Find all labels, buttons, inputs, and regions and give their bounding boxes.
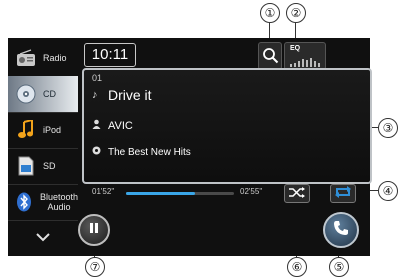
track-title-row: ♪ Drive it (92, 87, 152, 103)
callout-2: ② (286, 3, 306, 23)
cd-icon (15, 83, 37, 105)
source-sidebar: Radio CD iPod SD Bluetooth Audio (8, 38, 78, 256)
radio-icon (15, 47, 37, 69)
callout-3: ③ (378, 118, 398, 138)
clock: 10:11 (84, 43, 136, 67)
repeat-icon (334, 185, 352, 203)
ipod-music-note-icon (15, 119, 37, 141)
playback-progress: 01'52" 02'55" (82, 185, 292, 201)
sd-card-icon (15, 155, 37, 177)
head-unit-screen: Radio CD iPod SD Bluetooth Audio 10:11 E… (8, 38, 372, 256)
phone-button[interactable] (323, 212, 359, 248)
repeat-button[interactable] (330, 184, 356, 203)
chevron-down-icon (35, 229, 51, 247)
phone-icon (332, 219, 350, 242)
sidebar-item-bluetooth-audio[interactable]: Bluetooth Audio (8, 184, 78, 221)
eq-label: EQ (290, 45, 301, 52)
shuffle-icon (288, 185, 306, 203)
callout-7: ⑦ (85, 257, 105, 277)
total-time: 02'55" (240, 187, 263, 196)
eq-button[interactable]: EQ (284, 42, 326, 70)
artist-row: AVIC (92, 119, 133, 132)
bluetooth-icon (15, 191, 34, 213)
album-name: The Best New Hits (108, 146, 191, 158)
track-number: 01 (92, 73, 103, 83)
sidebar-item-label: CD (43, 89, 56, 99)
album-disc-icon (92, 146, 104, 158)
search-button[interactable] (258, 42, 282, 70)
sidebar-item-label: SD (43, 161, 56, 171)
sidebar-item-radio[interactable]: Radio (8, 40, 78, 77)
callout-5: ⑤ (329, 257, 349, 277)
sidebar-item-cd[interactable]: CD (8, 76, 78, 113)
pause-icon (88, 221, 100, 239)
callout-4: ④ (378, 181, 398, 201)
sidebar-item-ipod[interactable]: iPod (8, 112, 78, 149)
search-icon (262, 47, 279, 69)
sidebar-item-sd[interactable]: SD (8, 148, 78, 185)
track-info-panel: 01 ♪ Drive it AVIC The Best New Hits (82, 68, 372, 184)
callout-1: ① (260, 3, 280, 23)
music-note-icon: ♪ (92, 89, 98, 101)
sidebar-item-label: iPod (43, 125, 62, 135)
elapsed-time: 01'52" (92, 187, 115, 196)
track-title: Drive it (108, 87, 152, 103)
pause-button[interactable] (78, 214, 110, 246)
progress-bar-fill (126, 192, 196, 195)
sidebar-item-label: Bluetooth Audio (39, 192, 78, 212)
sidebar-item-label: Radio (43, 53, 67, 63)
shuffle-button[interactable] (284, 184, 310, 203)
callout-6: ⑥ (287, 257, 307, 277)
artist-name: AVIC (108, 119, 133, 132)
sidebar-more-button[interactable] (8, 220, 78, 256)
album-row: The Best New Hits (92, 146, 191, 158)
progress-bar[interactable] (126, 192, 234, 195)
artist-icon (92, 119, 104, 132)
